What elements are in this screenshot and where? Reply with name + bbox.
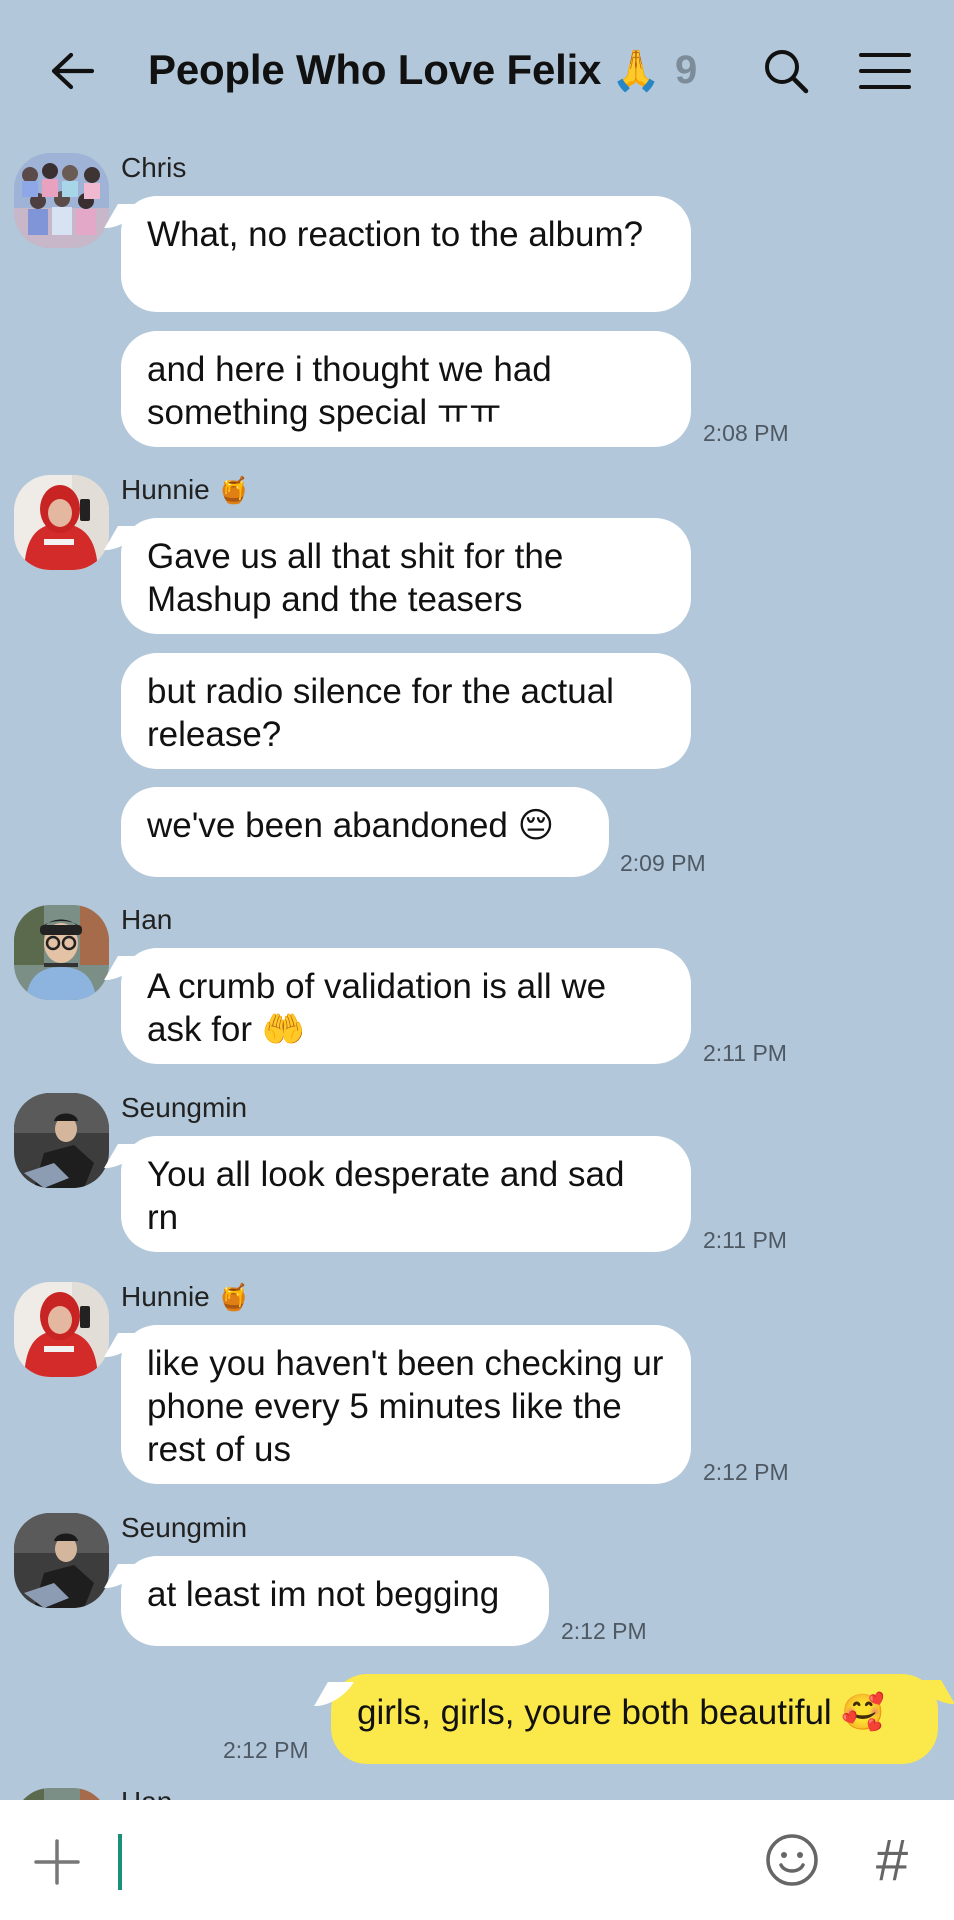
message-bubble[interactable]: A crumb of validation is all we ask for … (121, 948, 691, 1064)
message-input[interactable] (112, 1830, 736, 1892)
avatar-chris[interactable] (14, 153, 109, 248)
message-bubble[interactable]: Gave us all that shit for the Mashup and… (121, 518, 691, 634)
smiley-icon (766, 1834, 818, 1886)
back-button[interactable] (42, 44, 102, 98)
sender-name: Hunnie 🍯 (121, 474, 251, 505)
folded-hands-emoji: 🙏 (611, 48, 662, 93)
message-bubble[interactable]: but radio silence for the actual release… (121, 653, 691, 769)
sender-name: Han (121, 904, 173, 935)
text-caret (118, 1834, 122, 1890)
my-message-time: 2:12 PM (223, 1737, 309, 1763)
avatar-hunnie[interactable] (14, 1282, 109, 1377)
message-time: 2:08 PM (703, 420, 789, 446)
plus-icon (34, 1839, 80, 1885)
avatar-han[interactable] (14, 905, 109, 1000)
message-time: 2:11 PM (703, 1040, 787, 1066)
sender-name: Seungmin (121, 1092, 248, 1123)
chat-header: People Who Love Felix 🙏 9 (0, 0, 954, 142)
message-bubble[interactable]: You all look desperate and sad rn (121, 1136, 691, 1252)
message-bubble[interactable]: we've been abandoned 😔 (121, 787, 609, 877)
attach-button[interactable] (28, 1833, 86, 1891)
my-message-bubble[interactable]: girls, girls, youre both beautiful 🥰 (331, 1674, 938, 1764)
search-icon (765, 50, 809, 94)
search-button[interactable] (756, 44, 816, 98)
message-bubble[interactable]: and here i thought we had something spec… (121, 331, 691, 447)
message-time: 2:11 PM (703, 1227, 787, 1253)
message-bubble[interactable]: like you haven't been checking ur phone … (121, 1325, 691, 1484)
avatar-hunnie[interactable] (14, 475, 109, 570)
avatar-seungmin[interactable] (14, 1513, 109, 1608)
message-time: 2:09 PM (620, 850, 706, 876)
sender-name: Chris (121, 152, 187, 183)
menu-button[interactable] (852, 44, 918, 98)
message-bubble[interactable]: at least im not begging (121, 1556, 549, 1646)
honey-pot-emoji: 🍯 (217, 1281, 251, 1312)
sender-name: Seungmin (121, 1512, 248, 1543)
emoji-button[interactable] (764, 1832, 820, 1888)
hamburger-menu-icon (859, 53, 911, 89)
member-count: 9 (675, 47, 698, 92)
arrow-left-icon (51, 52, 95, 90)
message-input-bar: # (0, 1800, 954, 1920)
sender-name: Hunnie 🍯 (121, 1281, 251, 1312)
chat-title: People Who Love Felix (148, 46, 602, 93)
message-time: 2:12 PM (561, 1618, 647, 1644)
avatar-seungmin[interactable] (14, 1093, 109, 1188)
message-bubble[interactable]: What, no reaction to the album? (121, 196, 691, 312)
chat-title-area[interactable]: People Who Love Felix 🙏 9 (148, 40, 697, 100)
honey-pot-emoji: 🍯 (217, 474, 251, 505)
message-time: 2:12 PM (703, 1459, 789, 1485)
hashtag-button[interactable]: # (862, 1828, 922, 1893)
